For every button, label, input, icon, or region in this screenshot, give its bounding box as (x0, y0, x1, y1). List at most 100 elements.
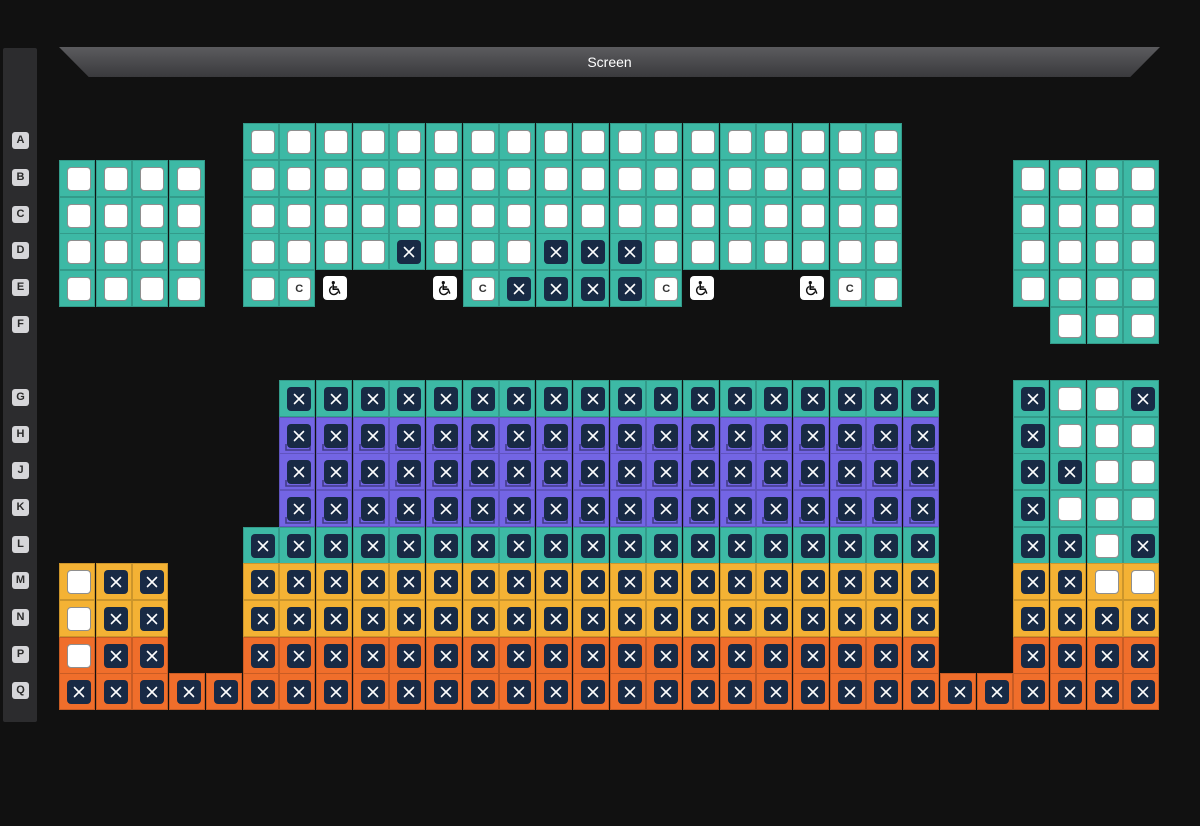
seat-available[interactable] (360, 167, 385, 191)
seat-available[interactable] (1094, 314, 1119, 338)
seat-available[interactable] (177, 277, 202, 301)
seat-available[interactable] (1094, 167, 1119, 191)
seat-available[interactable] (67, 277, 91, 301)
seat-available[interactable] (250, 277, 275, 301)
seat-available[interactable] (801, 130, 825, 154)
seat-available[interactable] (360, 204, 385, 228)
seat-available[interactable] (323, 130, 348, 154)
seat-available[interactable] (1057, 314, 1082, 338)
seat-available[interactable] (617, 204, 642, 228)
seat-available[interactable] (727, 167, 752, 191)
seat-available[interactable] (1094, 424, 1119, 448)
seat-available[interactable] (397, 167, 422, 191)
seat-available[interactable] (764, 167, 789, 191)
seat-available[interactable] (1131, 424, 1156, 448)
seat-available[interactable] (801, 204, 825, 228)
seat-available[interactable] (837, 204, 862, 228)
seat-available[interactable] (1057, 424, 1082, 448)
seat-available[interactable] (764, 130, 789, 154)
seat-available[interactable] (507, 167, 532, 191)
seat-available[interactable] (727, 130, 752, 154)
seat-available[interactable] (470, 130, 495, 154)
seat-available[interactable] (103, 204, 128, 228)
seat-available[interactable] (727, 204, 752, 228)
seat-available[interactable] (874, 277, 899, 301)
seat-available[interactable] (323, 167, 348, 191)
seat-wheelchair[interactable] (689, 276, 714, 300)
seat-available[interactable] (287, 240, 312, 264)
seat-available[interactable] (1021, 240, 1046, 264)
seat-wheelchair[interactable] (800, 276, 824, 300)
seat-available[interactable] (507, 130, 532, 154)
seat-available[interactable] (140, 240, 165, 264)
seat-available[interactable] (690, 240, 715, 264)
seat-available[interactable] (837, 240, 862, 264)
seat-available[interactable] (1057, 240, 1082, 264)
seat-available[interactable] (434, 167, 458, 191)
seat-available[interactable] (580, 167, 605, 191)
seat-available[interactable] (103, 167, 128, 191)
seat-available[interactable] (177, 240, 202, 264)
seat-available[interactable] (1094, 387, 1119, 411)
seat-available[interactable] (1094, 277, 1119, 301)
seat-companion[interactable]: C (837, 277, 862, 301)
seat-available[interactable] (140, 277, 165, 301)
seat-available[interactable] (1094, 240, 1119, 264)
seat-available[interactable] (434, 130, 458, 154)
seat-available[interactable] (1021, 167, 1046, 191)
seat-available[interactable] (140, 204, 165, 228)
seat-available[interactable] (434, 240, 458, 264)
seat-available[interactable] (1131, 240, 1156, 264)
seat-available[interactable] (617, 130, 642, 154)
seat-available[interactable] (1094, 460, 1119, 484)
seat-available[interactable] (1094, 534, 1119, 558)
seat-available[interactable] (690, 130, 715, 154)
seat-available[interactable] (874, 204, 899, 228)
seat-available[interactable] (874, 130, 899, 154)
seat-available[interactable] (470, 240, 495, 264)
seat-companion[interactable]: C (654, 277, 679, 301)
seat-available[interactable] (580, 204, 605, 228)
seat-available[interactable] (323, 240, 348, 264)
seat-available[interactable] (103, 240, 128, 264)
seat-available[interactable] (250, 167, 275, 191)
seat-available[interactable] (1131, 497, 1156, 521)
seat-available[interactable] (580, 130, 605, 154)
seat-wheelchair[interactable] (322, 276, 347, 300)
seat-available[interactable] (690, 167, 715, 191)
seat-available[interactable] (874, 240, 899, 264)
seat-available[interactable] (1131, 314, 1156, 338)
seat-available[interactable] (837, 167, 862, 191)
seat-available[interactable] (1131, 167, 1156, 191)
seat-available[interactable] (544, 130, 569, 154)
seat-available[interactable] (434, 204, 458, 228)
seat-available[interactable] (360, 130, 385, 154)
seat-available[interactable] (67, 607, 91, 631)
seat-available[interactable] (837, 130, 862, 154)
seat-available[interactable] (654, 204, 679, 228)
seat-available[interactable] (287, 130, 312, 154)
seat-available[interactable] (1094, 497, 1119, 521)
seat-available[interactable] (690, 204, 715, 228)
seat-available[interactable] (544, 204, 569, 228)
seat-available[interactable] (250, 240, 275, 264)
seat-available[interactable] (1057, 387, 1082, 411)
seat-available[interactable] (1094, 204, 1119, 228)
seat-available[interactable] (544, 167, 569, 191)
seat-available[interactable] (1131, 460, 1156, 484)
seat-available[interactable] (1131, 204, 1156, 228)
seat-available[interactable] (764, 204, 789, 228)
seat-available[interactable] (654, 130, 679, 154)
seat-available[interactable] (874, 167, 899, 191)
seat-companion[interactable]: C (287, 277, 312, 301)
seat-available[interactable] (801, 167, 825, 191)
seat-available[interactable] (287, 167, 312, 191)
seat-available[interactable] (287, 204, 312, 228)
seat-available[interactable] (1057, 204, 1082, 228)
seat-available[interactable] (507, 204, 532, 228)
seat-available[interactable] (67, 204, 91, 228)
seat-companion[interactable]: C (470, 277, 495, 301)
seat-available[interactable] (1131, 570, 1156, 594)
seat-available[interactable] (250, 204, 275, 228)
seat-available[interactable] (323, 204, 348, 228)
